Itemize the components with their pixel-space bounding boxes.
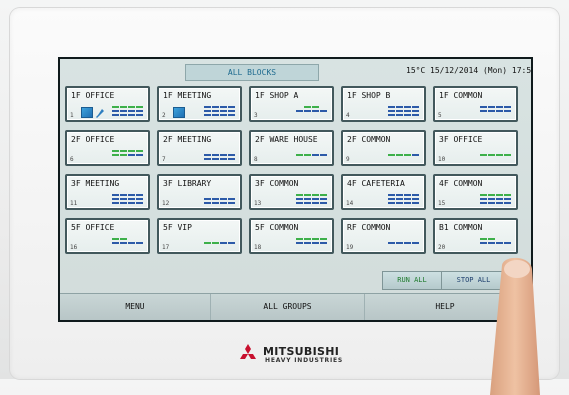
block-number: 8 [254,156,258,163]
brand-subtitle: HEAVY INDUSTRIES [265,357,344,364]
block-number: 11 [70,200,78,207]
block-number: 14 [346,200,354,207]
block-tile-7[interactable]: 2F MEETING 7 [157,130,242,166]
display-icon [173,107,185,118]
all-groups-button[interactable]: ALL GROUPS [211,294,365,320]
page-title: ALL BLOCKS [185,64,319,81]
block-tile-12[interactable]: 3F LIBRARY 12 [157,174,242,210]
unit-status-indicators [204,106,237,117]
block-tile-9[interactable]: 2F COMMON 9 [341,130,426,166]
block-tile-13[interactable]: 3F COMMON 13 [249,174,334,210]
block-tile-2[interactable]: 1F MEETING 2 [157,86,242,122]
block-number: 13 [254,200,262,207]
display-icon [81,107,93,118]
block-number: 7 [162,156,166,163]
lcd-display: ALL BLOCKS 15°C 15/12/2014 (Mon) 17:53 1… [60,59,531,320]
brand-logo: MITSUBISHI HEAVY INDUSTRIES [237,344,357,366]
three-diamonds-icon [240,344,256,359]
unit-status-indicators [388,150,421,161]
unit-status-indicators [388,194,421,205]
block-name: 3F COMMON [255,179,299,188]
block-tile-19[interactable]: RF COMMON 19 [341,218,426,254]
block-name: 5F COMMON [255,223,299,232]
block-name: 1F OFFICE [71,91,115,100]
unit-status-indicators [480,194,513,205]
block-number: 15 [438,200,446,207]
menu-button[interactable]: MENU [60,294,211,320]
block-name: 2F OFFICE [71,135,115,144]
unit-status-indicators [204,194,237,205]
block-number: 12 [162,200,170,207]
block-name: 4F COMMON [439,179,483,188]
unit-status-indicators [480,106,513,117]
block-number: 6 [70,156,74,163]
block-tile-8[interactable]: 2F WARE HOUSE 8 [249,130,334,166]
unit-status-indicators [112,194,145,205]
unit-status-indicators [388,106,421,117]
block-tile-10[interactable]: 3F OFFICE 10 [433,130,518,166]
block-number: 3 [254,112,258,119]
block-name: 2F COMMON [347,135,391,144]
wrench-icon [96,109,104,118]
block-tile-6[interactable]: 2F OFFICE 6 [65,130,150,166]
status-bar: ALL BLOCKS 15°C 15/12/2014 (Mon) 17:53 [60,59,531,83]
block-tile-16[interactable]: 5F OFFICE 16 [65,218,150,254]
block-tile-11[interactable]: 3F MEETING 11 [65,174,150,210]
block-name: 5F OFFICE [71,223,115,232]
unit-status-indicators [112,150,145,161]
unit-status-indicators [296,194,329,205]
block-name: 1F SHOP B [347,91,391,100]
block-tile-20[interactable]: B1 COMMON 20 [433,218,518,254]
block-name: B1 COMMON [439,223,483,232]
unit-status-indicators [204,238,237,249]
block-tile-5[interactable]: 1F COMMON 5 [433,86,518,122]
block-tile-4[interactable]: 1F SHOP B 4 [341,86,426,122]
block-name: 1F MEETING [163,91,212,100]
block-number: 16 [70,244,78,251]
block-tile-17[interactable]: 5F VIP 17 [157,218,242,254]
block-name: 5F VIP [163,223,192,232]
block-name: 2F WARE HOUSE [255,135,318,144]
bottom-nav: MENU ALL GROUPS HELP [60,293,531,320]
block-number: 5 [438,112,442,119]
block-name: 1F SHOP A [255,91,299,100]
block-name: 3F MEETING [71,179,120,188]
block-number: 2 [162,112,166,119]
unit-status-indicators [296,238,329,249]
block-number: 17 [162,244,170,251]
block-number: 10 [438,156,446,163]
block-number: 20 [438,244,446,251]
block-number: 4 [346,112,350,119]
block-number: 18 [254,244,262,251]
block-tile-15[interactable]: 4F COMMON 15 [433,174,518,210]
date-time: 15/12/2014 (Mon) 17:53 [430,66,531,75]
unit-status-indicators [112,106,145,117]
block-tile-3[interactable]: 1F SHOP A 3 [249,86,334,122]
outdoor-temperature: 15°C [406,66,426,75]
block-tile-14[interactable]: 4F CAFETERIA 14 [341,174,426,210]
block-name: 4F CAFETERIA [347,179,405,188]
block-name: 3F OFFICE [439,135,483,144]
unit-status-indicators [480,238,513,249]
block-name: 3F LIBRARY [163,179,212,188]
block-name: 2F MEETING [163,135,212,144]
unit-status-indicators [480,150,513,161]
block-number: 19 [346,244,354,251]
unit-status-indicators [112,238,145,249]
block-name: RF COMMON [347,223,391,232]
unit-status-indicators [388,238,421,249]
touch-screen: ALL BLOCKS 15°C 15/12/2014 (Mon) 17:53 1… [58,57,533,322]
pointing-finger-image [490,257,540,395]
run-all-button[interactable]: RUN ALL [382,271,442,290]
block-number: 9 [346,156,350,163]
block-tile-18[interactable]: 5F COMMON 18 [249,218,334,254]
block-name: 1F COMMON [439,91,483,100]
block-number: 1 [70,112,74,119]
unit-status-indicators [204,150,237,161]
unit-status-indicators [296,106,329,117]
unit-status-indicators [296,150,329,161]
block-tile-1[interactable]: 1F OFFICE 1 [65,86,150,122]
